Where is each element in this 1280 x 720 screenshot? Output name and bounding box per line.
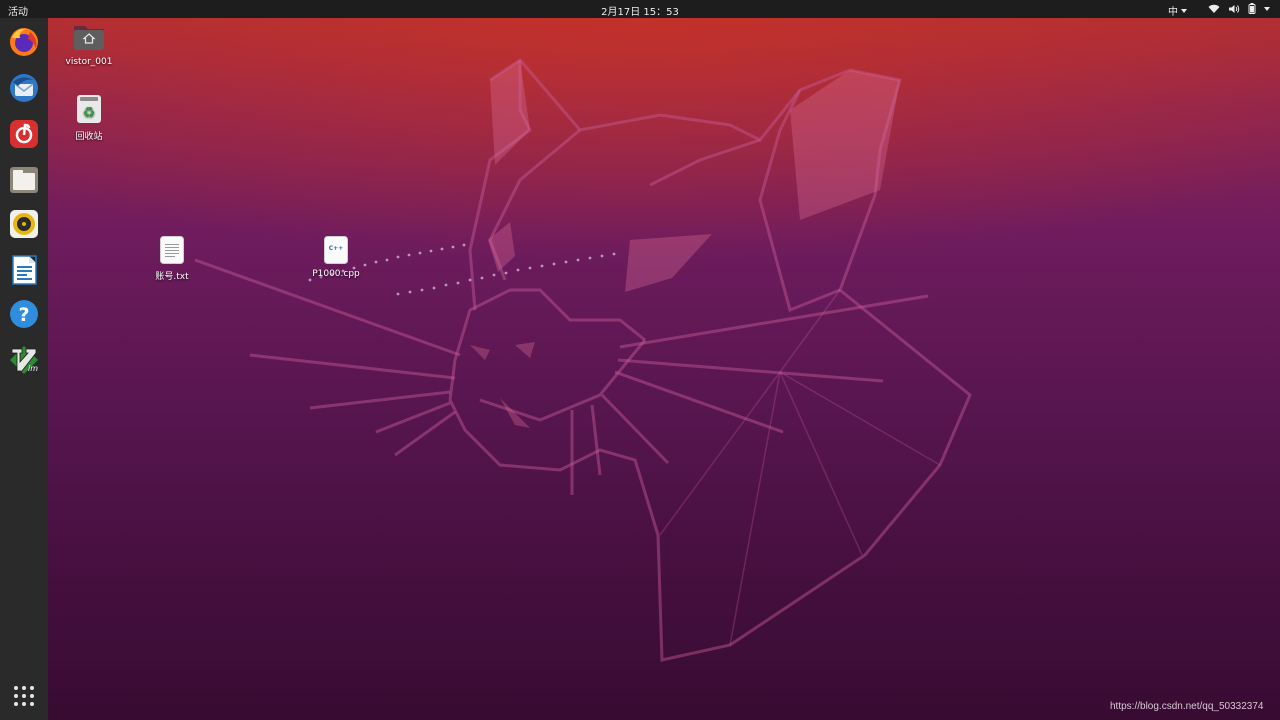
desktop-icon-label: 回收站 (75, 132, 103, 142)
dock-item-libreoffice-writer[interactable] (8, 254, 40, 286)
desktop-icon-home-folder[interactable]: vistor_001 (59, 22, 119, 67)
activities-button[interactable]: 活动 (8, 3, 28, 18)
dock-item-files[interactable] (8, 164, 40, 196)
writer-icon (12, 255, 37, 285)
clock-container: 2月17日 15：53 (0, 3, 1280, 18)
dock-item-netease-music[interactable] (8, 118, 40, 150)
thunderbird-icon (10, 74, 38, 102)
svg-text:?: ? (18, 304, 29, 326)
date-time-clock[interactable]: 2月17日 15：53 (601, 7, 679, 18)
help-icon: ? (10, 300, 38, 328)
dock-item-help[interactable]: ? (8, 298, 40, 330)
dock: ? im (0, 18, 48, 720)
top-bar: 活动 2月17日 15：53 中 (0, 0, 1280, 18)
grid-icon (14, 686, 34, 706)
desktop-icon-cpp-file[interactable]: C++ P1000.cpp (308, 236, 364, 279)
desktop-icon-text-file[interactable]: 账号.txt (146, 236, 198, 282)
system-menu-caret-icon (1264, 6, 1270, 11)
desktop-icon-trash[interactable]: ♻ 回收站 (64, 94, 114, 142)
desktop-icon-label: P1000.cpp (312, 269, 360, 279)
vim-icon: im (10, 346, 38, 374)
dock-item-rhythmbox[interactable] (8, 208, 40, 240)
firefox-icon (10, 28, 38, 56)
trash-icon: ♻ (77, 95, 101, 123)
chevron-down-icon (1181, 9, 1187, 13)
show-applications-button[interactable] (12, 684, 36, 708)
input-method-indicator[interactable]: 中 (1168, 3, 1187, 18)
dock-item-firefox[interactable] (8, 26, 40, 58)
desktop-icon-label: vistor_001 (65, 57, 113, 67)
system-tray[interactable] (1208, 3, 1270, 14)
home-folder-icon (74, 26, 104, 50)
wallpaper-cat-art (194, 58, 972, 662)
network-icon (1208, 4, 1220, 13)
dock-item-vim[interactable]: im (8, 344, 40, 376)
battery-icon (1248, 3, 1256, 14)
cpp-badge: C++ (328, 245, 344, 252)
input-method-label: 中 (1168, 7, 1178, 18)
svg-text:♻: ♻ (83, 105, 96, 121)
dock-item-thunderbird[interactable] (8, 72, 40, 104)
svg-text:im: im (28, 364, 38, 373)
music-icon (10, 120, 38, 148)
desktop-icon-label: 账号.txt (155, 272, 189, 282)
files-icon (10, 167, 38, 193)
text-file-icon (160, 236, 184, 264)
volume-icon (1229, 4, 1240, 13)
watermark-url: https://blog.csdn.net/qq_50332374 (1110, 701, 1264, 712)
rhythmbox-icon (10, 210, 38, 238)
